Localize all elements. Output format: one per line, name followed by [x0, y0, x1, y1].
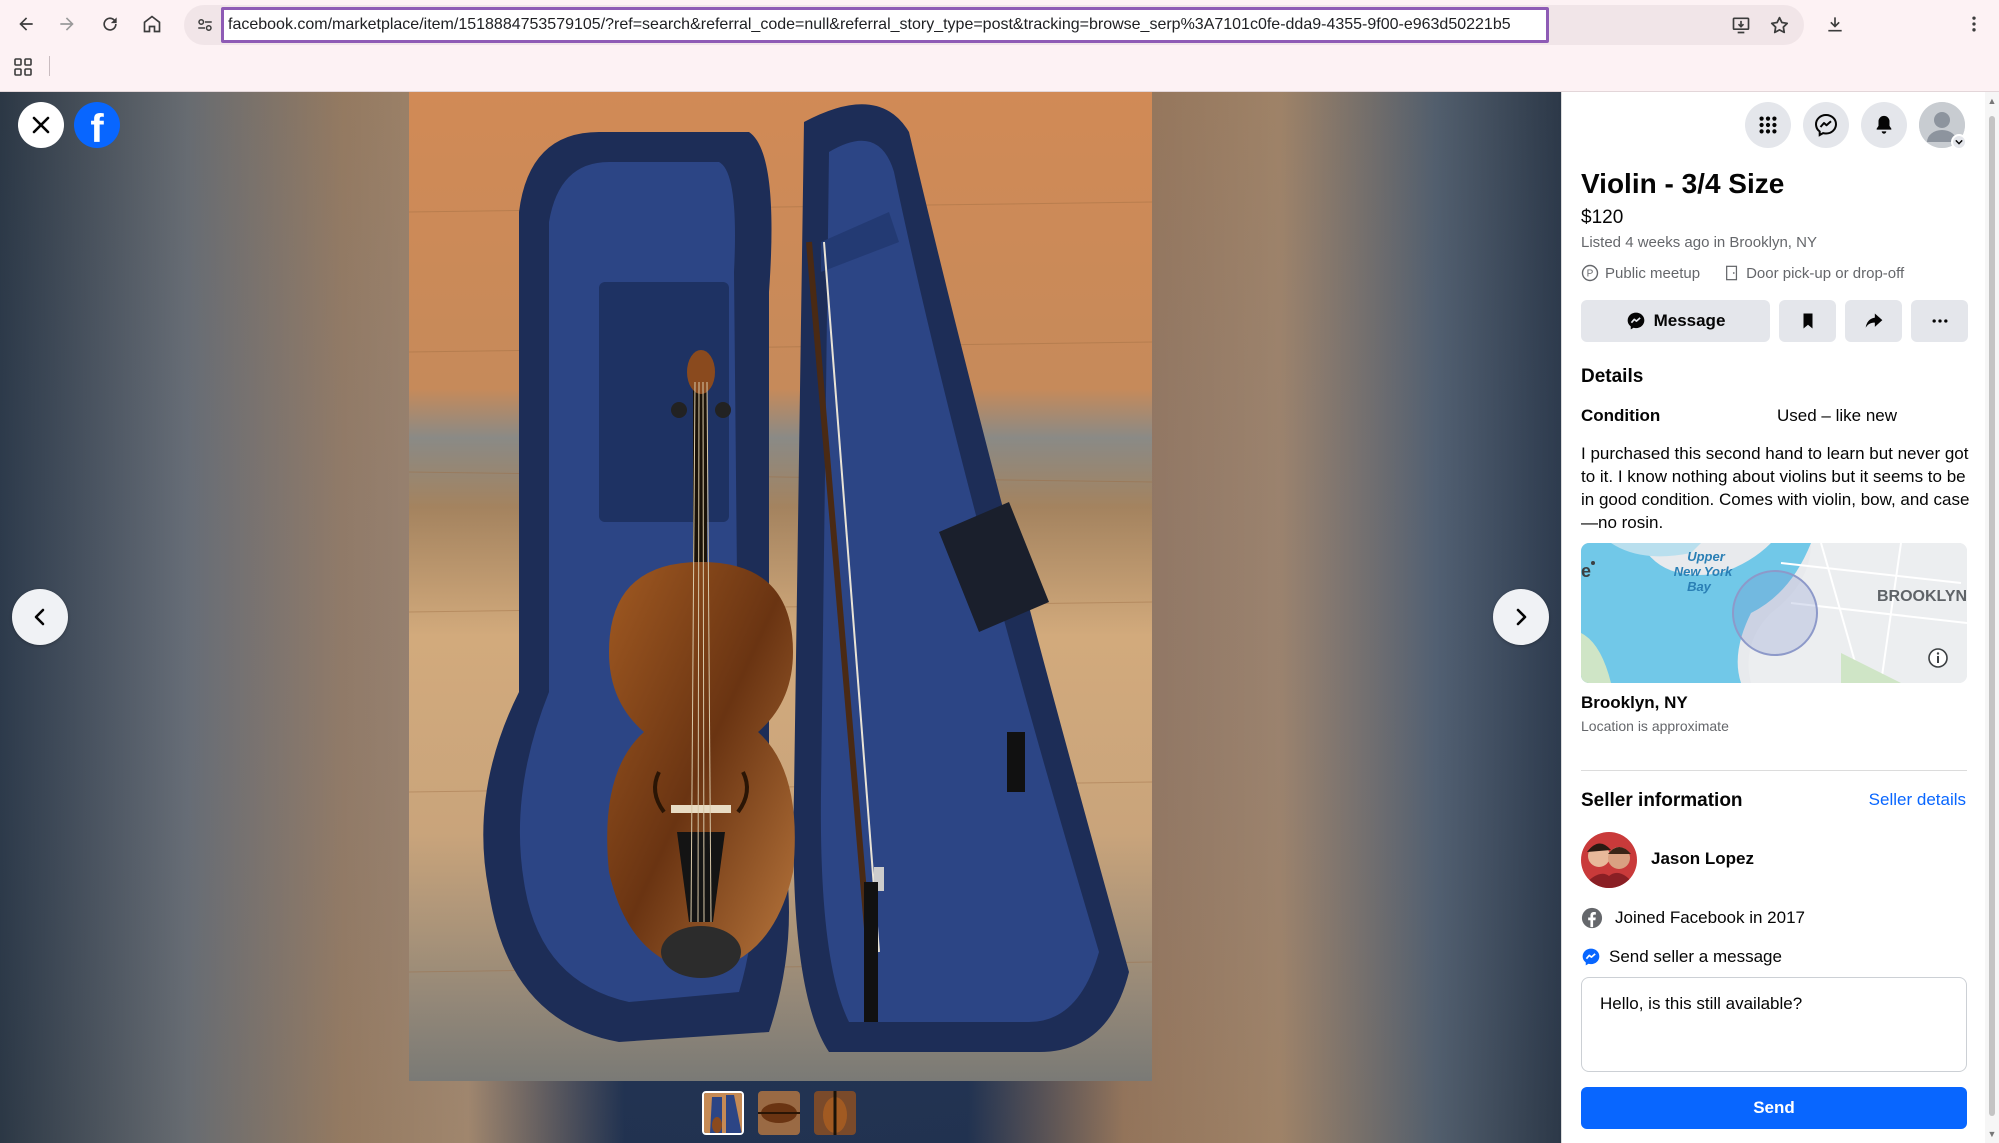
section-divider — [1581, 770, 1967, 771]
facebook-top-nav — [1745, 102, 1967, 150]
send-message-section: Send seller a message — [1581, 947, 1782, 967]
map-label-upper: Upper — [1687, 549, 1726, 564]
bell-icon — [1876, 115, 1892, 134]
meetup-option-public: Public meetup — [1605, 264, 1701, 282]
map-label-brooklyn: BROOKLYN — [1877, 588, 1967, 605]
send-button[interactable]: Send — [1581, 1087, 1967, 1129]
chevron-down-icon — [1951, 134, 1967, 150]
apps-grid-icon[interactable] — [13, 57, 33, 77]
kebab-menu-icon — [1972, 16, 1976, 32]
meetup-options: P Public meetup Door pick-up or drop-off — [1581, 264, 1904, 282]
more-options-button[interactable] — [1911, 300, 1968, 342]
arrow-right-icon — [60, 17, 74, 31]
notifications-button[interactable] — [1861, 102, 1907, 148]
panel-scrollbar[interactable]: ▲ ▼ — [1985, 92, 1999, 1143]
thumbnail-1[interactable] — [702, 1091, 744, 1135]
chevron-right-icon — [1516, 608, 1527, 626]
location-approximate-note: Location is approximate — [1581, 718, 1729, 734]
listing-posted-info: Listed 4 weeks ago in Brooklyn, NY — [1581, 234, 1817, 251]
message-input[interactable]: Hello, is this still available? — [1581, 977, 1967, 1072]
downloads-button[interactable] — [1819, 8, 1851, 40]
bookmark-icon — [1803, 313, 1812, 329]
seller-information-heading: Seller information — [1581, 790, 1743, 811]
browser-toolbar: facebook.com/marketplace/item/1518884753… — [0, 0, 1999, 92]
next-photo-button[interactable] — [1493, 589, 1549, 645]
previous-photo-button[interactable] — [12, 589, 68, 645]
url-text[interactable]: facebook.com/marketplace/item/1518884753… — [221, 7, 1549, 43]
messenger-icon — [1627, 312, 1644, 330]
close-icon — [32, 116, 50, 134]
map-label-new-york: New York — [1674, 564, 1733, 579]
reload-button[interactable] — [94, 8, 126, 40]
browser-menu-button[interactable] — [1958, 8, 1990, 40]
listing-photo — [409, 92, 1152, 1081]
public-meetup-icon: P — [1581, 264, 1599, 282]
messenger-icon — [1814, 113, 1838, 137]
forward-button[interactable] — [51, 8, 83, 40]
facebook-logo[interactable]: f — [74, 102, 120, 151]
bookmarks-separator — [49, 56, 50, 76]
joined-text: Joined Facebook in 2017 — [1615, 908, 1805, 927]
facebook-logo-letter: f — [90, 106, 104, 151]
details-heading: Details — [1581, 366, 1644, 387]
share-icon — [1865, 313, 1882, 328]
site-info-icon[interactable] — [194, 14, 216, 36]
svg-text:P: P — [1587, 269, 1594, 280]
close-viewer-button[interactable] — [18, 102, 64, 148]
arrow-left-icon — [19, 17, 33, 31]
back-button[interactable] — [10, 8, 42, 40]
photo-viewer: f — [0, 92, 1561, 1143]
messenger-icon — [1582, 948, 1600, 966]
chevron-left-icon — [34, 608, 45, 626]
thumbnail-2[interactable] — [758, 1091, 800, 1135]
menu-button[interactable] — [1745, 102, 1791, 148]
install-app-icon[interactable] — [1729, 13, 1753, 37]
map-image: Upper New York Bay BROOKLYN e — [1581, 543, 1967, 683]
seller-details-link[interactable]: Seller details — [1869, 790, 1966, 810]
home-button[interactable] — [136, 8, 168, 40]
listing-title: Violin - 3/4 Size — [1581, 168, 1785, 199]
menu-grid-icon — [1759, 116, 1777, 134]
more-dots-icon — [1932, 319, 1947, 323]
facebook-circle-icon — [1581, 907, 1603, 929]
scroll-up-icon[interactable]: ▲ — [1987, 96, 1997, 106]
home-icon — [143, 15, 161, 33]
bookmark-star-icon[interactable] — [1767, 13, 1791, 37]
message-button[interactable]: Message — [1581, 300, 1770, 342]
listing-actions: Message — [1581, 300, 1968, 342]
message-button-label: Message — [1653, 311, 1726, 330]
condition-label: Condition — [1581, 406, 1661, 425]
send-message-label: Send seller a message — [1609, 947, 1782, 966]
share-button[interactable] — [1845, 300, 1902, 342]
scroll-down-icon[interactable]: ▼ — [1987, 1129, 1997, 1139]
download-icon — [1828, 17, 1842, 32]
thumbnail-3[interactable] — [814, 1091, 856, 1135]
violin-photo-image — [409, 92, 1152, 1081]
address-bar[interactable]: facebook.com/marketplace/item/1518884753… — [184, 5, 1804, 45]
photo-thumbnails — [702, 1091, 856, 1135]
door-icon — [1726, 265, 1738, 281]
reload-icon — [103, 17, 117, 31]
map-label-edge: e — [1581, 561, 1591, 581]
location-name: Brooklyn, NY — [1581, 693, 1688, 712]
account-avatar-button[interactable] — [1919, 102, 1967, 150]
seller-avatar[interactable] — [1581, 832, 1637, 888]
seller-name[interactable]: Jason Lopez — [1651, 849, 1754, 869]
seller-joined-info: Joined Facebook in 2017 — [1581, 907, 1805, 929]
condition-value: Used – like new — [1777, 406, 1898, 425]
send-button-label: Send — [1753, 1098, 1795, 1117]
map-label-bay: Bay — [1687, 579, 1712, 594]
listing-price: $120 — [1581, 207, 1624, 228]
save-button[interactable] — [1779, 300, 1836, 342]
meetup-option-door: Door pick-up or drop-off — [1746, 264, 1905, 282]
scrollbar-thumb[interactable] — [1989, 116, 1995, 1116]
listing-details-panel: Violin - 3/4 Size $120 Listed 4 weeks ag… — [1561, 92, 1985, 1143]
map-info-icon[interactable] — [1927, 647, 1949, 669]
location-map[interactable]: Upper New York Bay BROOKLYN e — [1581, 543, 1967, 683]
messenger-button[interactable] — [1803, 102, 1849, 148]
listing-description: I purchased this second hand to learn bu… — [1581, 444, 1970, 532]
